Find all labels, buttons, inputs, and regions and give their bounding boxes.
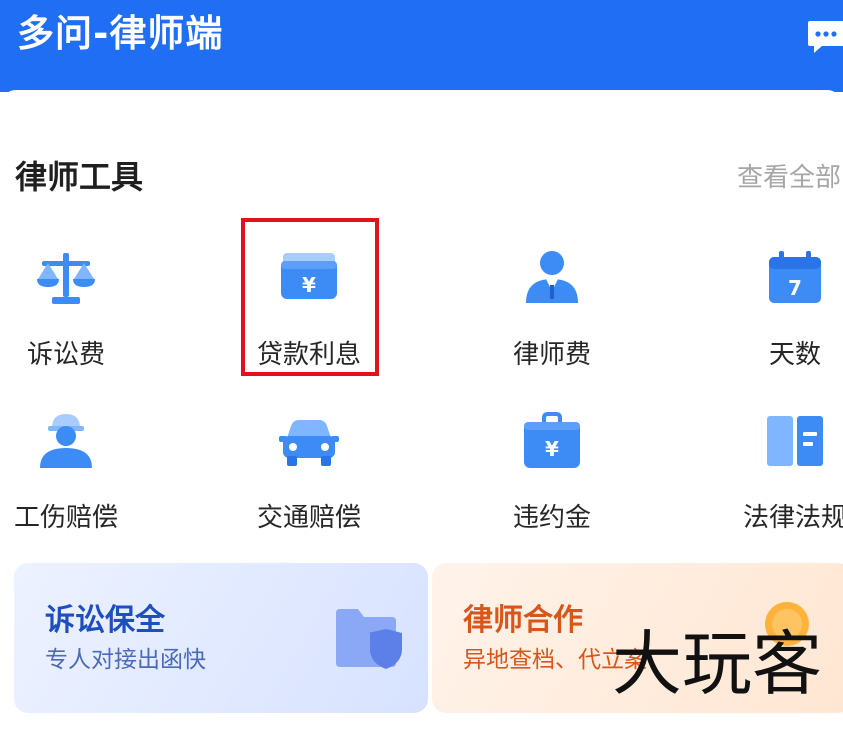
tool-traffic-compensation[interactable]: 交通赔偿 — [209, 410, 409, 540]
tool-lawyer-fee[interactable]: 律师费 — [452, 247, 652, 377]
section-title: 律师工具 — [15, 158, 144, 196]
tool-laws-regulations[interactable]: 法律法规 — [695, 410, 843, 540]
svg-text:7: 7 — [788, 276, 802, 300]
tool-work-injury[interactable]: 工伤赔偿 — [0, 410, 166, 540]
highlight-box — [241, 218, 379, 376]
tool-label: 工伤赔偿 — [13, 503, 118, 533]
car-icon — [277, 410, 341, 474]
tool-label: 交通赔偿 — [256, 503, 361, 533]
worker-icon — [34, 410, 98, 474]
tool-label: 法律法规 — [742, 503, 843, 533]
message-dots-icon[interactable] — [806, 18, 843, 56]
card-title: 律师合作 — [463, 603, 583, 638]
calendar-icon: 7 — [763, 247, 827, 311]
app-title: 多问-律师端 — [17, 12, 224, 55]
card-subtitle: 专人对接出函快 — [45, 647, 206, 673]
tool-label: 律师费 — [512, 340, 591, 370]
scales-icon — [34, 247, 98, 311]
view-all-link[interactable]: 查看全部 — [737, 162, 841, 194]
watermark: 大玩客 — [612, 623, 822, 705]
card-title: 诉讼保全 — [45, 603, 165, 638]
svg-text:¥: ¥ — [545, 437, 559, 461]
tool-days[interactable]: 7 天数 — [695, 247, 843, 377]
tool-label: 违约金 — [512, 503, 591, 533]
tool-litigation-fee[interactable]: 诉讼费 — [0, 247, 166, 377]
app-header: 多问-律师端 — [0, 0, 843, 92]
tool-label: 天数 — [768, 340, 821, 370]
folder-shield-icon — [332, 603, 404, 675]
tool-label: 诉讼费 — [26, 340, 105, 370]
tool-liquidated-damages[interactable]: ¥ 违约金 — [452, 410, 652, 540]
law-book-icon — [763, 410, 827, 474]
card-litigation-preservation[interactable]: 诉讼保全 专人对接出函快 — [14, 563, 428, 713]
briefcase-yuan-icon: ¥ — [520, 410, 584, 474]
lawyer-avatar-icon — [520, 247, 584, 311]
